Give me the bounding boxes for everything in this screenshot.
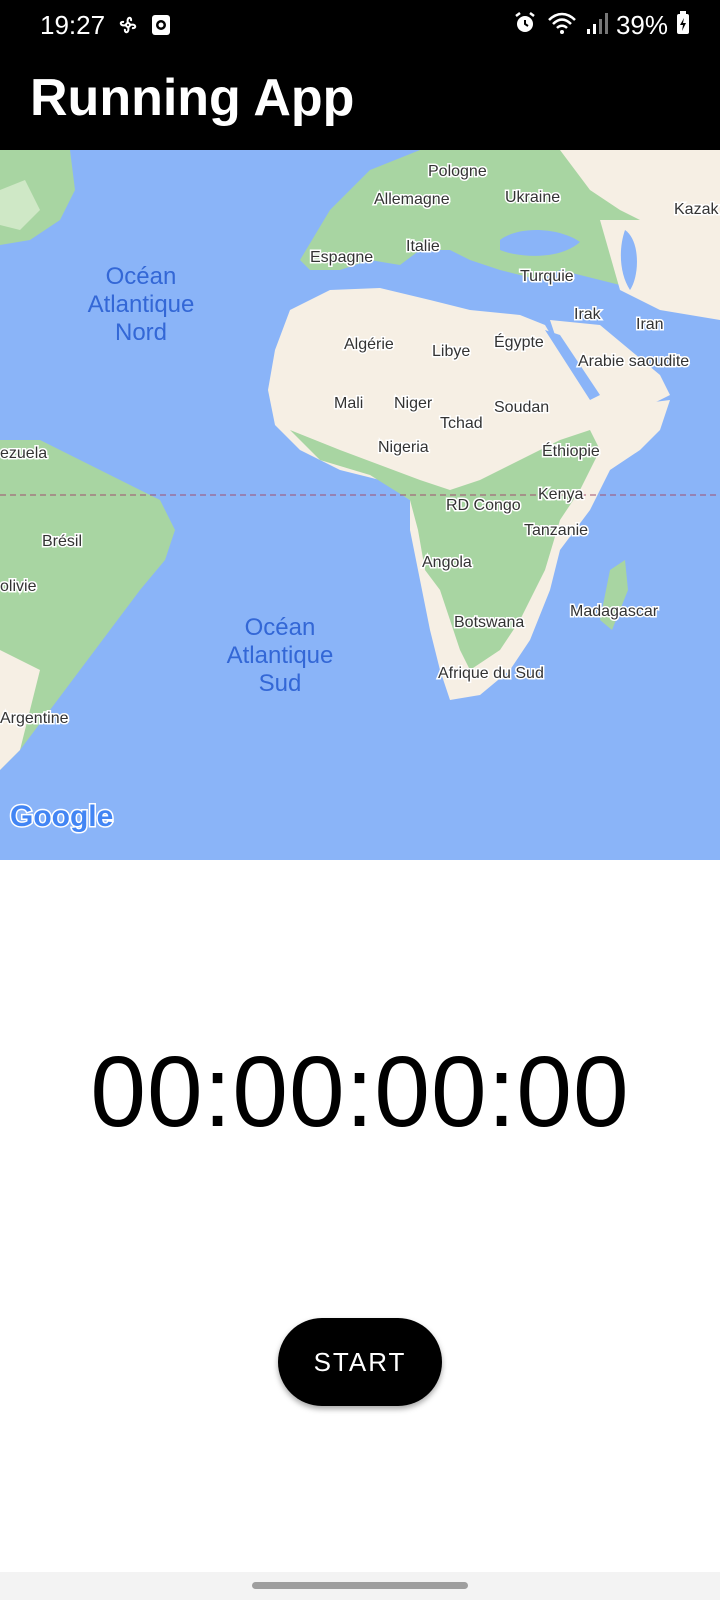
start-button[interactable]: START bbox=[278, 1318, 442, 1406]
wifi-icon bbox=[546, 10, 578, 41]
country-label: Niger bbox=[394, 395, 433, 412]
status-time: 19:27 bbox=[40, 10, 106, 40]
map-canvas: Océan Atlantique Nord Océan Atlantique S… bbox=[0, 150, 720, 860]
google-logo: Google bbox=[10, 800, 113, 833]
signal-icon bbox=[586, 11, 608, 40]
country-label: Mali bbox=[334, 395, 363, 412]
country-label: Brésil bbox=[42, 533, 82, 550]
ocean-label-nord-3: Nord bbox=[115, 319, 167, 346]
country-label: Botswana bbox=[454, 614, 524, 631]
country-label: Algérie bbox=[344, 336, 394, 353]
country-label: Tchad bbox=[440, 415, 483, 432]
country-label: Libye bbox=[432, 343, 470, 360]
country-label: Iran bbox=[636, 316, 664, 333]
country-label: Arabie saoudite bbox=[578, 353, 689, 370]
ocean-label-sud-2: Atlantique bbox=[227, 642, 334, 669]
app-bar: Running App bbox=[0, 50, 720, 150]
country-label: Tanzanie bbox=[524, 522, 588, 539]
country-label: ezuela bbox=[0, 445, 47, 462]
country-label: Afrique du Sud bbox=[438, 665, 544, 682]
country-label: Turquie bbox=[520, 268, 574, 285]
country-label: Kenya bbox=[538, 486, 583, 503]
battery-percentage: 39% bbox=[615, 10, 668, 40]
battery-icon bbox=[676, 11, 690, 40]
map-view[interactable]: Océan Atlantique Nord Océan Atlantique S… bbox=[0, 150, 720, 860]
country-label: Italie bbox=[406, 238, 440, 255]
home-gesture-handle[interactable] bbox=[252, 1582, 468, 1589]
country-label: Argentine bbox=[0, 710, 69, 727]
country-label: Kazak bbox=[674, 201, 719, 218]
fan-icon bbox=[116, 13, 140, 42]
status-bar: 19:27 39% bbox=[0, 0, 720, 50]
country-label: Allemagne bbox=[374, 191, 450, 208]
screen-record-icon bbox=[150, 13, 172, 42]
alarm-icon bbox=[512, 10, 538, 41]
country-label: Éthiopie bbox=[542, 441, 600, 460]
country-label: Ukraine bbox=[505, 189, 560, 206]
country-label: Espagne bbox=[310, 249, 373, 266]
country-label: Pologne bbox=[428, 163, 487, 180]
navigation-bar bbox=[0, 1572, 720, 1600]
app-title: Running App bbox=[30, 69, 355, 127]
country-label: Nigeria bbox=[378, 439, 429, 456]
elapsed-timer: 00:00:00:00 bbox=[90, 1036, 630, 1148]
ocean-label-sud-1: Océan bbox=[245, 614, 316, 641]
country-label: Égypte bbox=[494, 332, 544, 351]
country-label: Angola bbox=[422, 554, 472, 571]
country-label: Soudan bbox=[494, 399, 549, 416]
country-label: olivie bbox=[0, 578, 37, 595]
ocean-label-sud-3: Sud bbox=[259, 670, 302, 697]
country-label: RD Congo bbox=[446, 497, 521, 514]
country-label: Madagascar bbox=[570, 603, 659, 620]
ocean-label-nord-2: Atlantique bbox=[88, 291, 195, 318]
country-label: Irak bbox=[574, 306, 602, 323]
ocean-label-nord-1: Océan bbox=[106, 263, 177, 290]
